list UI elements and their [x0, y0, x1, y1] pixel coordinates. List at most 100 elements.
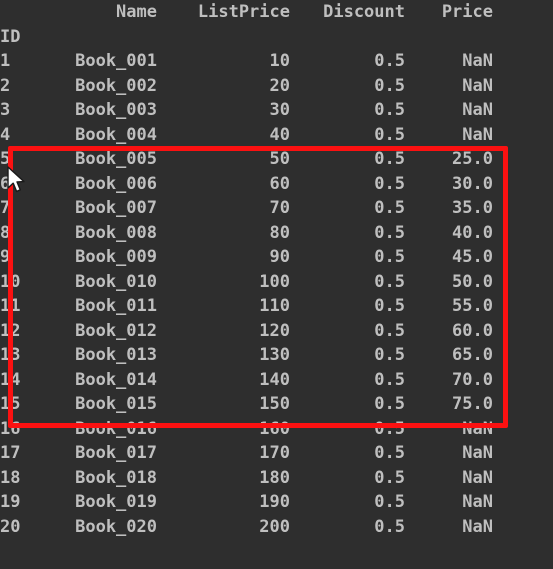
column-header-index-blank [0, 0, 68, 25]
row-discount-cell: 0.5 [374, 75, 405, 96]
row-listprice-cell: 90 [269, 247, 290, 267]
row-listprice-cell: 170 [259, 443, 290, 463]
row-index-cell: 19 [0, 492, 21, 512]
index-label-row: ID [0, 25, 553, 50]
row-discount-cell: 0.5 [374, 296, 405, 316]
row-listprice-cell: 100 [259, 271, 290, 292]
row-price-cell: NaN [462, 516, 493, 537]
row-listprice-cell: 50 [269, 149, 290, 169]
row-price-cell: 30.0 [452, 173, 493, 194]
row-price-cell: NaN [462, 124, 493, 145]
row-pad-cell [493, 343, 553, 368]
row-pad-cell [493, 221, 553, 246]
row-pad-cell [493, 245, 553, 270]
table-row: 8 Book_008 80 0.5 40.0 [0, 221, 553, 246]
row-listprice-cell: 120 [259, 320, 290, 341]
row-index-cell: 3 [0, 100, 11, 120]
row-discount-cell: 0.5 [374, 198, 405, 218]
row-price-cell: 40.0 [452, 222, 493, 243]
column-header-discount: Discount [323, 2, 405, 22]
row-index-cell: 20 [0, 516, 21, 537]
row-listprice-cell: 40 [269, 124, 290, 145]
row-price-cell: NaN [462, 467, 493, 488]
row-index-cell: 18 [0, 467, 21, 488]
row-discount-cell: 0.5 [374, 443, 405, 463]
row-discount-cell: 0.5 [374, 271, 405, 292]
row-pad-cell [493, 490, 553, 515]
row-listprice-cell: 20 [269, 75, 290, 96]
row-pad-cell [493, 270, 553, 295]
row-name-cell: Book_018 [75, 467, 157, 488]
column-header-name: Name [116, 2, 157, 22]
table-row: 17 Book_017 170 0.5 NaN [0, 441, 553, 466]
row-index-cell: 2 [0, 75, 11, 96]
row-name-cell: Book_011 [75, 296, 157, 316]
row-pad-cell [493, 294, 553, 319]
row-listprice-cell: 30 [269, 100, 290, 120]
table-row: 13 Book_013 130 0.5 65.0 [0, 343, 553, 368]
row-listprice-cell: 80 [269, 222, 290, 243]
row-listprice-cell: 160 [259, 418, 290, 439]
row-name-cell: Book_019 [75, 492, 157, 512]
row-pad-cell [493, 319, 553, 344]
row-listprice-cell: 200 [259, 516, 290, 537]
row-name-cell: Book_020 [75, 516, 157, 537]
index-label-pad-5 [493, 25, 553, 50]
table-header-row: Name ListPrice Discount Price [0, 0, 553, 25]
table-row: 5 Book_005 50 0.5 25.0 [0, 147, 553, 172]
row-discount-cell: 0.5 [374, 51, 405, 71]
row-price-cell: NaN [462, 75, 493, 96]
row-index-cell: 1 [0, 51, 11, 71]
row-pad-cell [493, 196, 553, 221]
row-pad-cell [493, 98, 553, 123]
row-price-cell: 35.0 [452, 198, 493, 218]
row-name-cell: Book_002 [75, 75, 157, 96]
row-price-cell: NaN [462, 51, 493, 71]
column-header-pad [493, 0, 553, 25]
row-discount-cell: 0.5 [374, 418, 405, 439]
row-pad-cell [493, 172, 553, 197]
row-listprice-cell: 70 [269, 198, 290, 218]
row-name-cell: Book_001 [75, 51, 157, 71]
row-discount-cell: 0.5 [374, 394, 405, 414]
row-discount-cell: 0.5 [374, 100, 405, 120]
row-name-cell: Book_008 [75, 222, 157, 243]
table-row: 7 Book_007 70 0.5 35.0 [0, 196, 553, 221]
row-listprice-cell: 60 [269, 173, 290, 194]
table-row: 10 Book_010 100 0.5 50.0 [0, 270, 553, 295]
row-pad-cell [493, 417, 553, 442]
index-label-pad-2 [157, 25, 290, 50]
row-price-cell: 65.0 [452, 345, 493, 365]
row-pad-cell [493, 49, 553, 74]
row-pad-cell [493, 147, 553, 172]
row-discount-cell: 0.5 [374, 516, 405, 537]
row-discount-cell: 0.5 [374, 247, 405, 267]
row-price-cell: NaN [462, 100, 493, 120]
row-name-cell: Book_006 [75, 173, 157, 194]
table-body: 1 Book_001 10 0.5 NaN 2 Book_002 20 0.5 NaN 3 Book_… [0, 49, 553, 539]
row-price-cell: 25.0 [452, 149, 493, 169]
table-row: 11 Book_011 110 0.5 55.0 [0, 294, 553, 319]
row-name-cell: Book_013 [75, 345, 157, 365]
row-pad-cell [493, 368, 553, 393]
table-row: 14 Book_014 140 0.5 70.0 [0, 368, 553, 393]
row-index-cell: 7 [0, 198, 11, 218]
row-pad-cell [493, 123, 553, 148]
row-pad-cell [493, 515, 553, 540]
index-label-pad-4 [405, 25, 493, 50]
table-row: 9 Book_009 90 0.5 45.0 [0, 245, 553, 270]
row-price-cell: 60.0 [452, 320, 493, 341]
index-name-label: ID [0, 26, 21, 47]
terminal-output-screen: Name ListPrice Discount Price ID 1 Book_0… [0, 0, 553, 569]
index-label-pad-1 [68, 25, 157, 50]
row-listprice-cell: 10 [269, 51, 290, 71]
row-index-cell: 11 [0, 296, 21, 316]
row-discount-cell: 0.5 [374, 173, 405, 194]
row-index-cell: 9 [0, 247, 11, 267]
row-index-cell: 16 [0, 418, 21, 439]
row-index-cell: 6 [0, 173, 11, 194]
table-row: 6 Book_006 60 0.5 30.0 [0, 172, 553, 197]
table-row: 12 Book_012 120 0.5 60.0 [0, 319, 553, 344]
row-name-cell: Book_007 [75, 198, 157, 218]
row-index-cell: 13 [0, 345, 21, 365]
